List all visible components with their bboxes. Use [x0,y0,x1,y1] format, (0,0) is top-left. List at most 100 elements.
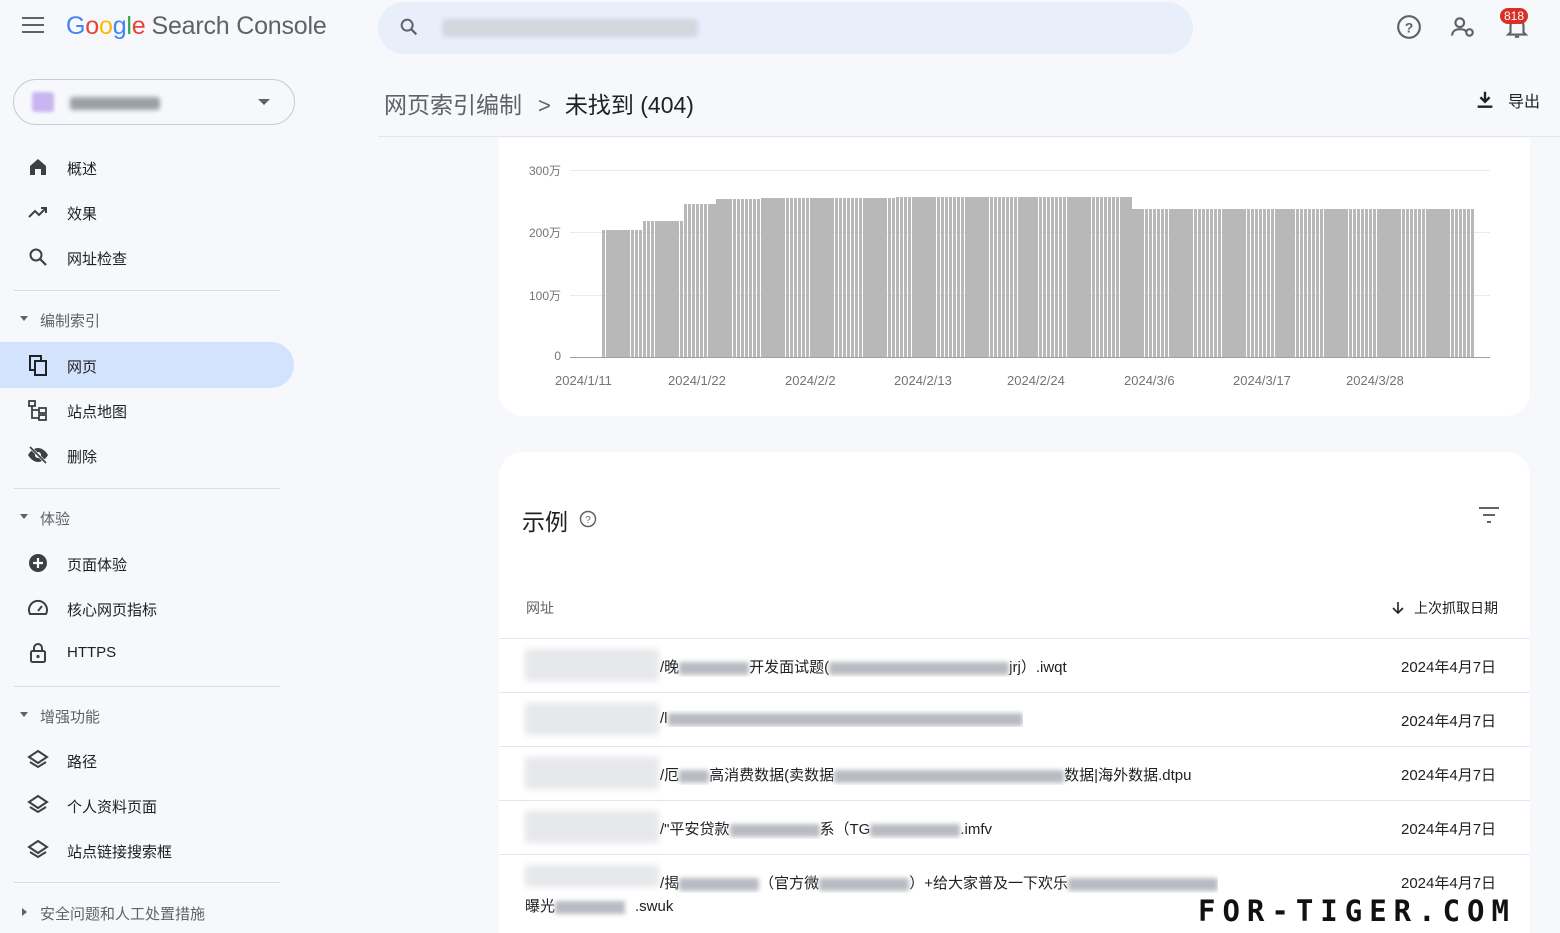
chart-bar[interactable] [699,203,704,357]
chart-bar[interactable] [667,221,671,357]
chart-bar[interactable] [1071,196,1075,357]
chart-bar[interactable] [724,198,728,357]
chart-bar[interactable] [989,196,993,357]
chart-bar[interactable] [1152,209,1157,357]
chart-bar[interactable] [1209,209,1214,357]
chart-bar[interactable] [1111,196,1116,357]
chart-bar[interactable] [1095,196,1100,357]
chart-bar[interactable] [960,196,965,357]
sidebar-item-page-experience[interactable]: 页面体验 [0,540,294,586]
chart-bar[interactable] [1001,196,1006,357]
chart-bar[interactable] [1217,209,1222,357]
chart-bar[interactable] [1075,196,1079,357]
chart-bar[interactable] [1091,196,1095,357]
chart-bar[interactable] [1389,209,1393,357]
sidebar-item-url-inspection[interactable]: 网址检查 [0,234,294,280]
chart-bar[interactable] [1311,209,1316,357]
chart-bar[interactable] [769,198,773,357]
sidebar-item-core-web-vitals[interactable]: 核心网页指标 [0,585,294,631]
chart-bar[interactable] [1124,196,1128,357]
chart-bar[interactable] [1189,209,1193,357]
chart-bar[interactable] [859,198,863,357]
chart-bar[interactable] [663,221,667,357]
chart-bar[interactable] [1014,196,1018,357]
chart-bar[interactable] [659,221,663,357]
chart-bar[interactable] [952,196,957,357]
chart-bar[interactable] [1185,209,1189,357]
chart-bar[interactable] [1266,209,1271,357]
chart-bar[interactable] [1177,209,1181,357]
chart-bar[interactable] [1381,209,1385,357]
chart-bar[interactable] [622,230,626,357]
chart-bar[interactable] [944,196,949,357]
chart-bar[interactable] [924,196,928,357]
chart-bar[interactable] [1336,209,1340,357]
chart-bar[interactable] [977,196,981,357]
chart-bar[interactable] [1058,196,1063,357]
chart-bar[interactable] [740,198,745,357]
chart-bar[interactable] [854,198,859,357]
chart-bar[interactable] [602,230,606,357]
chart-bar[interactable] [1034,196,1038,357]
chart-bar[interactable] [1413,209,1418,357]
chart-bar[interactable] [895,196,900,357]
chart-bar[interactable] [830,198,834,357]
chart-bar[interactable] [920,196,924,357]
chart-bar[interactable] [1417,209,1422,357]
chart-bar[interactable] [1271,209,1275,357]
chart-bar[interactable] [1148,209,1153,357]
chart-bar[interactable] [1450,209,1454,357]
chart-bar[interactable] [1307,209,1312,357]
chart-bar[interactable] [850,198,855,357]
chart-bar[interactable] [842,198,847,357]
chart-bar[interactable] [732,198,736,357]
chart-bar[interactable] [818,198,822,357]
chart-bar[interactable] [1348,209,1352,357]
chart-bar[interactable] [626,230,630,357]
chart-bar[interactable] [1287,209,1291,357]
chart-bar[interactable] [1067,196,1071,357]
chart-bar[interactable] [1213,209,1218,357]
chart-bar[interactable] [638,230,643,357]
chart-bar[interactable] [887,198,892,357]
chart-bar[interactable] [1156,209,1161,357]
chart-bar[interactable] [777,198,781,357]
chart-bar[interactable] [1022,196,1026,357]
chart-bar[interactable] [1238,209,1242,357]
chart-bar[interactable] [789,198,794,357]
chart-bar[interactable] [1352,209,1357,357]
chart-bar[interactable] [810,198,814,357]
chart-bar[interactable] [1205,209,1210,357]
chart-bar[interactable] [875,198,879,357]
chart-bar[interactable] [683,203,688,357]
chart-bar[interactable] [1315,209,1320,357]
column-header-url[interactable]: 网址 [526,598,554,618]
chart-bar[interactable] [932,196,936,357]
chart-bar[interactable] [720,198,724,357]
chart-bar[interactable] [1328,209,1332,357]
sidebar-item-profile-page[interactable]: 个人资料页面 [0,782,294,828]
chart-bar[interactable] [1046,196,1051,357]
chart-bar[interactable] [1181,209,1185,357]
sidebar-item-overview[interactable]: 概述 [0,144,294,190]
search-console-logo[interactable]: Google Search Console [66,12,327,41]
chart-bar[interactable] [1324,209,1328,357]
chart-bar[interactable] [1421,209,1426,357]
chart-bar[interactable] [1393,209,1397,357]
chart-bar[interactable] [912,196,916,357]
chart-bar[interactable] [1262,209,1267,357]
chart-bar[interactable] [785,198,790,357]
chart-bar[interactable] [985,196,989,357]
column-header-last-crawled[interactable]: 上次抓取日期 [1390,598,1498,618]
chart-bar[interactable] [1426,209,1430,357]
table-row[interactable]: /厄 高消费数据(卖数据 数据|海外数据.dtpu 2024年4月7日 [499,746,1530,800]
table-row[interactable]: /l 2024年4月7日 [499,692,1530,746]
chart-bar[interactable] [1164,209,1169,357]
chart-bar[interactable] [1103,196,1108,357]
manage-users-icon[interactable] [1450,14,1476,40]
chart-bar[interactable] [899,196,904,357]
chart-bar[interactable] [993,196,998,357]
chart-bar[interactable] [838,198,843,357]
table-row[interactable]: /"平安贷款 系（TG .imfv 2024年4月7日 [499,800,1530,854]
chart-bar[interactable] [997,196,1002,357]
